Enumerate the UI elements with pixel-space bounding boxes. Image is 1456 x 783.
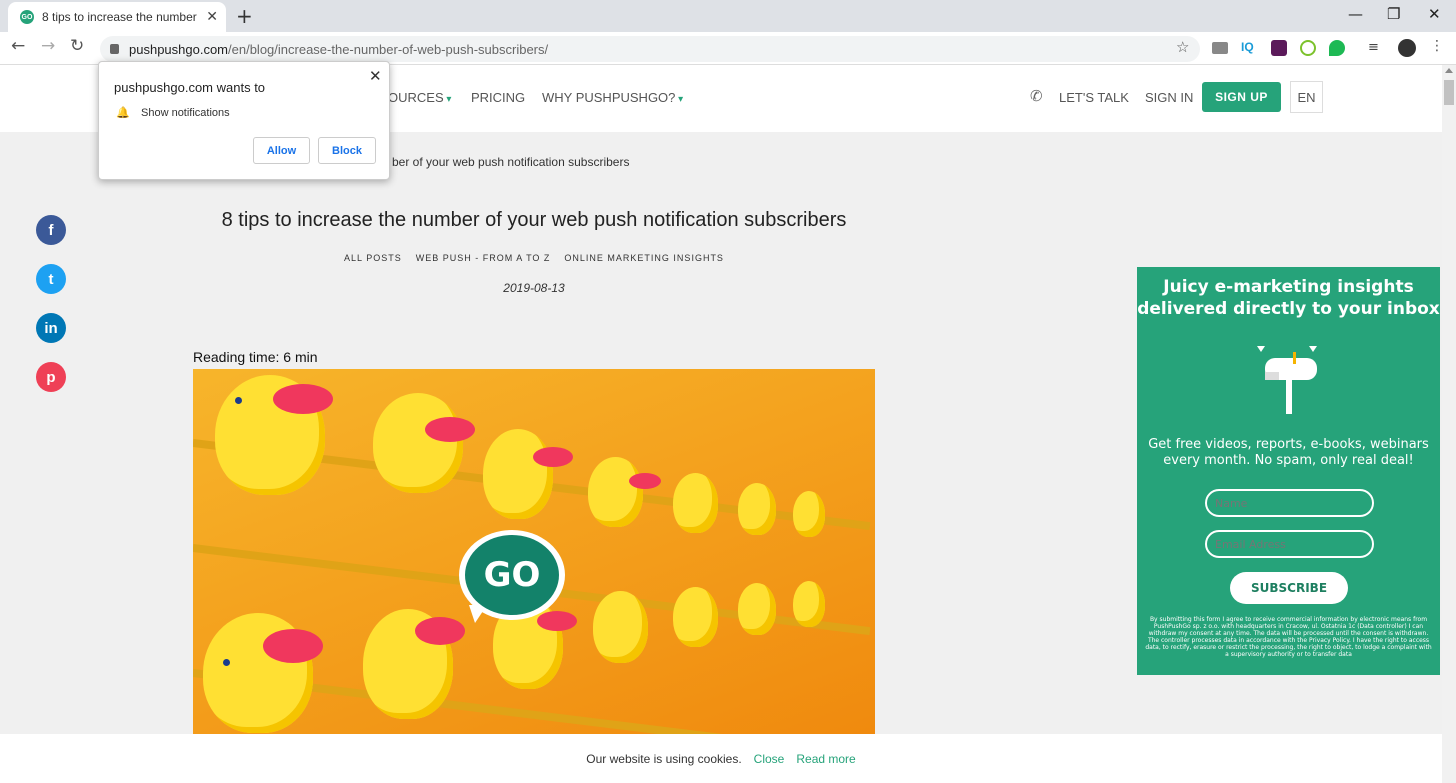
tab-strip: GO 8 tips to increase the number of ✕ + … [0, 0, 1456, 32]
linkedin-icon[interactable]: in [36, 313, 66, 343]
duck [588, 457, 643, 527]
sign-up-button[interactable]: SIGN UP [1202, 82, 1281, 112]
duck [673, 587, 718, 647]
duck-beak [533, 447, 573, 467]
pushpushgo-favicon-icon: GO [20, 10, 34, 24]
restore-icon[interactable]: ❐ [1387, 5, 1400, 23]
category-list: ALL POSTS WEB PUSH - FROM A TO Z ONLINE … [193, 253, 875, 263]
bookmark-star-icon[interactable]: ☆ [1176, 38, 1189, 56]
facebook-icon[interactable]: f [36, 215, 66, 245]
duck [738, 483, 776, 535]
duck [483, 429, 553, 519]
leaf-icon[interactable] [1329, 40, 1345, 56]
url-text: pushpushgo.com/en/blog/increase-the-numb… [129, 42, 548, 57]
duck-beak [425, 417, 475, 442]
menu-icon[interactable]: ⋮ [1430, 38, 1444, 54]
check-icon[interactable] [1300, 40, 1316, 56]
cookie-close-link[interactable]: Close [754, 752, 785, 766]
pocket-icon[interactable]: p [36, 362, 66, 392]
nav-resources-label: OURCES [388, 90, 444, 105]
twitter-icon[interactable]: t [36, 264, 66, 294]
duck-beak [629, 473, 661, 489]
duck-beak [415, 617, 465, 645]
tab-title: 8 tips to increase the number of [42, 10, 199, 24]
nav-pricing[interactable]: PRICING [471, 90, 525, 105]
address-bar[interactable]: pushpushgo.com/en/blog/increase-the-numb… [100, 36, 1200, 62]
duck-eye [223, 659, 230, 666]
scroll-up-arrow-icon[interactable] [1445, 68, 1453, 73]
media-icon[interactable]: ≡ [1368, 40, 1384, 56]
category-web-push[interactable]: WEB PUSH - FROM A TO Z [416, 253, 551, 263]
newsletter-heading: Juicy e-marketing insights delivered dir… [1137, 277, 1440, 319]
category-all-posts[interactable]: ALL POSTS [344, 253, 402, 263]
reading-time: Reading time: 6 min [193, 349, 318, 365]
minimize-icon[interactable]: — [1348, 5, 1363, 23]
popup-title: pushpushgo.com wants to [114, 80, 266, 95]
browser-tab[interactable]: GO 8 tips to increase the number of ✕ [8, 2, 226, 32]
subscribe-button[interactable]: SUBSCRIBE [1230, 572, 1348, 604]
grid-icon[interactable] [1271, 40, 1287, 56]
new-tab-icon[interactable]: + [236, 4, 253, 28]
breadcrumb: ber of your web push notification subscr… [392, 155, 630, 169]
scrollbar-thumb[interactable] [1444, 80, 1454, 105]
hero-image: GO [193, 369, 875, 734]
go-logo: GO [465, 535, 559, 615]
allow-button[interactable]: Allow [253, 137, 310, 164]
duck-beak [273, 384, 333, 414]
block-button[interactable]: Block [318, 137, 376, 164]
cookie-read-more-link[interactable]: Read more [796, 752, 855, 766]
name-field[interactable] [1205, 489, 1374, 517]
article-date: 2019-08-13 [503, 281, 565, 295]
newsletter-subtext: Get free videos, reports, e-books, webin… [1148, 437, 1429, 468]
notification-permission-popup: pushpushgo.com wants to ✕ 🔔 Show notific… [98, 61, 390, 180]
nav-why[interactable]: WHY PUSHPUSHGO? ▾ [542, 90, 683, 105]
newsletter-box: Juicy e-marketing insights delivered dir… [1137, 267, 1440, 675]
duck [593, 591, 648, 663]
tab-close-icon[interactable]: ✕ [206, 9, 218, 25]
cookie-bar: Our website is using cookies. Close Read… [0, 734, 1442, 783]
cookie-message: Our website is using cookies. [586, 751, 742, 766]
permission-label: Show notifications [141, 107, 230, 119]
duck [673, 473, 718, 533]
popup-close-icon[interactable]: ✕ [369, 67, 382, 85]
url-domain: pushpushgo.com [129, 41, 229, 57]
duck [793, 491, 825, 537]
phone-icon: ✆ [1030, 87, 1043, 105]
lock-icon[interactable] [110, 44, 119, 54]
nav-why-label: WHY PUSHPUSHGO? [542, 90, 676, 105]
nav-resources[interactable]: OURCES ▾ [388, 90, 451, 105]
window-close-icon[interactable]: ✕ [1428, 5, 1441, 23]
bell-icon: 🔔 [116, 106, 130, 119]
profile-avatar[interactable] [1398, 39, 1416, 57]
duck [738, 583, 776, 635]
mailbox-icon [1257, 346, 1317, 414]
duck-beak [537, 611, 577, 631]
sign-in-link[interactable]: SIGN IN [1145, 90, 1193, 105]
back-icon[interactable]: ← [11, 36, 25, 56]
camera-icon[interactable] [1212, 42, 1228, 54]
newsletter-legal-text: By submitting this form I agree to recei… [1145, 616, 1432, 658]
forward-icon[interactable]: → [41, 36, 55, 56]
reload-icon[interactable]: ↻ [70, 36, 84, 56]
chevron-down-icon: ▾ [675, 94, 684, 105]
duck-beak [263, 629, 323, 663]
duck [373, 393, 463, 493]
duck [793, 581, 825, 627]
category-marketing[interactable]: ONLINE MARKETING INSIGHTS [564, 253, 724, 263]
duck-eye [235, 397, 242, 404]
language-selector[interactable]: EN [1290, 81, 1323, 113]
iq-icon[interactable]: IQ [1241, 40, 1257, 56]
lets-talk-link[interactable]: LET'S TALK [1059, 90, 1129, 105]
email-field[interactable] [1205, 530, 1374, 558]
chevron-down-icon: ▾ [443, 94, 452, 105]
article-title: 8 tips to increase the number of your we… [221, 209, 847, 231]
url-path: /en/blog/increase-the-number-of-web-push… [228, 41, 549, 57]
page-scrollbar[interactable] [1442, 65, 1456, 783]
